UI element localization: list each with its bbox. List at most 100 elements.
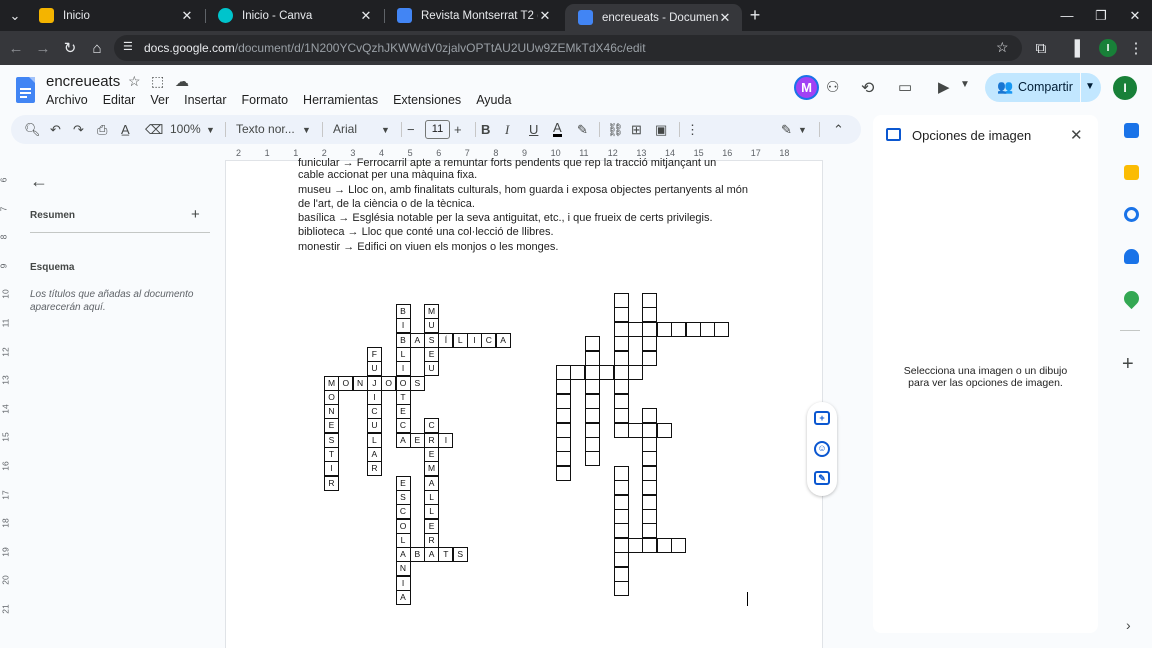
browser-tab-strip: ⌄ Inicio ✕ Inicio - Canva ✕ Revista Mont…: [0, 0, 1152, 31]
crossword-cell: [584, 336, 600, 352]
version-history-icon[interactable]: ⟲: [861, 78, 874, 98]
show-side-panel-chevron-icon[interactable]: ›: [1126, 617, 1131, 633]
minimize-window-icon[interactable]: —: [1050, 0, 1084, 31]
document-line[interactable]: basílica → Església notable per la seva …: [298, 212, 713, 224]
document-line[interactable]: biblioteca → Lloc que conté una col·lecc…: [298, 226, 554, 238]
browser-tab-canva[interactable]: Inicio - Canva ✕: [205, 0, 383, 31]
document-title[interactable]: encreueats: [46, 73, 120, 90]
document-line[interactable]: cable accionat per una màquina fixa.: [298, 169, 477, 181]
maps-icon[interactable]: [1120, 287, 1143, 310]
decrease-font-size-icon[interactable]: −: [407, 120, 415, 139]
add-comment-icon[interactable]: ⊞: [631, 120, 642, 139]
vertical-ruler[interactable]: 6 7 8 9 10 11 12 13 14 15 16 17 18 19 20 21: [0, 165, 12, 648]
tab-close-icon[interactable]: ✕: [359, 8, 373, 24]
paragraph-style-select[interactable]: Texto nor...: [236, 122, 295, 136]
insert-image-icon[interactable]: ▣: [655, 120, 667, 139]
menu-formato[interactable]: Formato: [242, 93, 289, 107]
close-outline-arrow-icon[interactable]: ←: [30, 171, 48, 192]
print-icon[interactable]: ⎙: [97, 120, 107, 139]
insert-link-icon[interactable]: ⛓: [607, 120, 624, 139]
share-dropdown-chevron-icon[interactable]: ▼: [1085, 81, 1095, 92]
comments-icon[interactable]: ▭: [898, 78, 912, 96]
collaborator-avatar[interactable]: M: [794, 75, 819, 100]
site-settings-icon[interactable]: ☰: [123, 40, 139, 56]
crossword-cell: O: [381, 375, 397, 391]
extensions-puzzle-icon[interactable]: ⧉: [1031, 38, 1051, 58]
search-menus-icon[interactable]: 🔍︎: [24, 120, 41, 139]
get-addons-plus-icon[interactable]: +: [1122, 353, 1134, 376]
editing-mode-pencil-icon[interactable]: ✎: [781, 120, 792, 139]
zoom-select[interactable]: 100%: [170, 122, 201, 136]
menu-insertar[interactable]: Insertar: [184, 93, 226, 107]
zoom-chevron-icon[interactable]: ▼: [206, 120, 215, 139]
document-line[interactable]: monestir → Edifici on viuen els monjos o…: [298, 241, 558, 253]
editing-mode-chevron-icon[interactable]: ▼: [798, 120, 807, 139]
more-options-icon[interactable]: ⋮: [686, 120, 699, 139]
tasks-icon[interactable]: [1124, 207, 1139, 222]
new-tab-plus-icon[interactable]: +: [738, 0, 772, 31]
forward-arrow-icon[interactable]: →: [33, 38, 53, 58]
undo-icon[interactable]: ↶: [50, 120, 61, 139]
document-line[interactable]: museu → Lloc on, amb finalitats cultural…: [298, 184, 748, 196]
meet-video-icon[interactable]: ▶: [938, 78, 950, 96]
calendar-icon[interactable]: [1124, 123, 1139, 138]
emoji-reaction-icon[interactable]: ☺: [814, 441, 830, 457]
meet-dropdown-chevron-icon[interactable]: ▼: [960, 79, 970, 90]
keep-icon[interactable]: [1124, 165, 1139, 180]
add-comment-icon[interactable]: +: [814, 411, 830, 425]
menu-extensiones[interactable]: Extensiones: [393, 93, 461, 107]
spellcheck-icon[interactable]: A̲: [121, 120, 130, 139]
contacts-icon[interactable]: [1124, 249, 1139, 264]
menu-editar[interactable]: Editar: [103, 93, 136, 107]
account-avatar[interactable]: I: [1113, 76, 1137, 100]
suggest-edit-icon[interactable]: ✎: [814, 471, 830, 485]
redo-icon[interactable]: ↷: [73, 120, 84, 139]
move-folder-icon[interactable]: ⬚: [151, 73, 164, 90]
document-line[interactable]: funicular → Ferrocarril apte a remuntar …: [298, 157, 716, 169]
restore-window-icon[interactable]: ❐: [1084, 0, 1118, 31]
docs-logo-icon[interactable]: [16, 77, 35, 103]
paint-format-icon[interactable]: ⌫: [145, 120, 163, 139]
bookmark-star-icon[interactable]: ☆: [996, 39, 1009, 56]
menu-ayuda[interactable]: Ayuda: [476, 93, 511, 107]
tab-close-icon[interactable]: ✕: [180, 8, 194, 24]
increase-font-size-icon[interactable]: +: [454, 120, 462, 139]
tab-close-icon[interactable]: ✕: [538, 8, 552, 24]
browser-tab-encreueats[interactable]: encreueats - Documentos de G ✕: [565, 4, 742, 31]
font-size-input[interactable]: 11: [425, 120, 450, 139]
menu-herramientas[interactable]: Herramientas: [303, 93, 378, 107]
outline-divider: [30, 232, 210, 233]
share-button[interactable]: 👥 Compartir ▼: [985, 73, 1101, 102]
underline-icon[interactable]: U: [529, 120, 538, 139]
url-omnibox[interactable]: ☰ docs.google.com/document/d/1N200YCvQzh…: [114, 35, 1022, 61]
meet-present-icon[interactable]: ⚇: [826, 78, 839, 96]
menu-archivo[interactable]: Archivo: [46, 93, 88, 107]
style-chevron-icon[interactable]: ▼: [302, 120, 311, 139]
menu-ver[interactable]: Ver: [150, 93, 169, 107]
home-icon[interactable]: ⌂: [87, 38, 107, 58]
side-panel-icon[interactable]: ▌: [1070, 38, 1090, 58]
crossword-cell: [570, 365, 586, 380]
browser-profile-avatar[interactable]: I: [1099, 39, 1117, 57]
tab-close-icon[interactable]: ✕: [718, 10, 732, 26]
browser-menu-icon[interactable]: ⋮: [1126, 38, 1146, 58]
bold-icon[interactable]: B: [481, 120, 490, 139]
close-window-icon[interactable]: ✕: [1118, 0, 1152, 31]
text-color-icon[interactable]: A: [553, 120, 562, 137]
font-chevron-icon[interactable]: ▼: [381, 120, 390, 139]
document-line[interactable]: de l'art, de la ciència o de la tècnica.: [298, 198, 475, 210]
font-select[interactable]: Arial: [333, 122, 357, 136]
back-arrow-icon[interactable]: ←: [6, 38, 26, 58]
reload-icon[interactable]: ↻: [60, 38, 80, 58]
add-summary-plus-icon[interactable]: +: [191, 206, 200, 223]
highlight-color-icon[interactable]: ✎: [577, 120, 588, 139]
close-panel-icon[interactable]: ✕: [1070, 126, 1083, 144]
browser-tab-inicio[interactable]: Inicio ✕: [26, 0, 204, 31]
cloud-status-icon[interactable]: ☁: [175, 73, 189, 90]
italic-icon[interactable]: I: [505, 120, 509, 139]
star-icon[interactable]: ☆: [128, 73, 141, 90]
document-page[interactable]: funicular → Ferrocarril apte a remuntar …: [226, 157, 822, 648]
hide-menus-chevron-up-icon[interactable]: ⌃: [833, 120, 844, 139]
browser-tab-revista[interactable]: Revista Montserrat T2 (esborran ✕: [384, 0, 562, 31]
crossword-cell: N: [352, 375, 368, 391]
